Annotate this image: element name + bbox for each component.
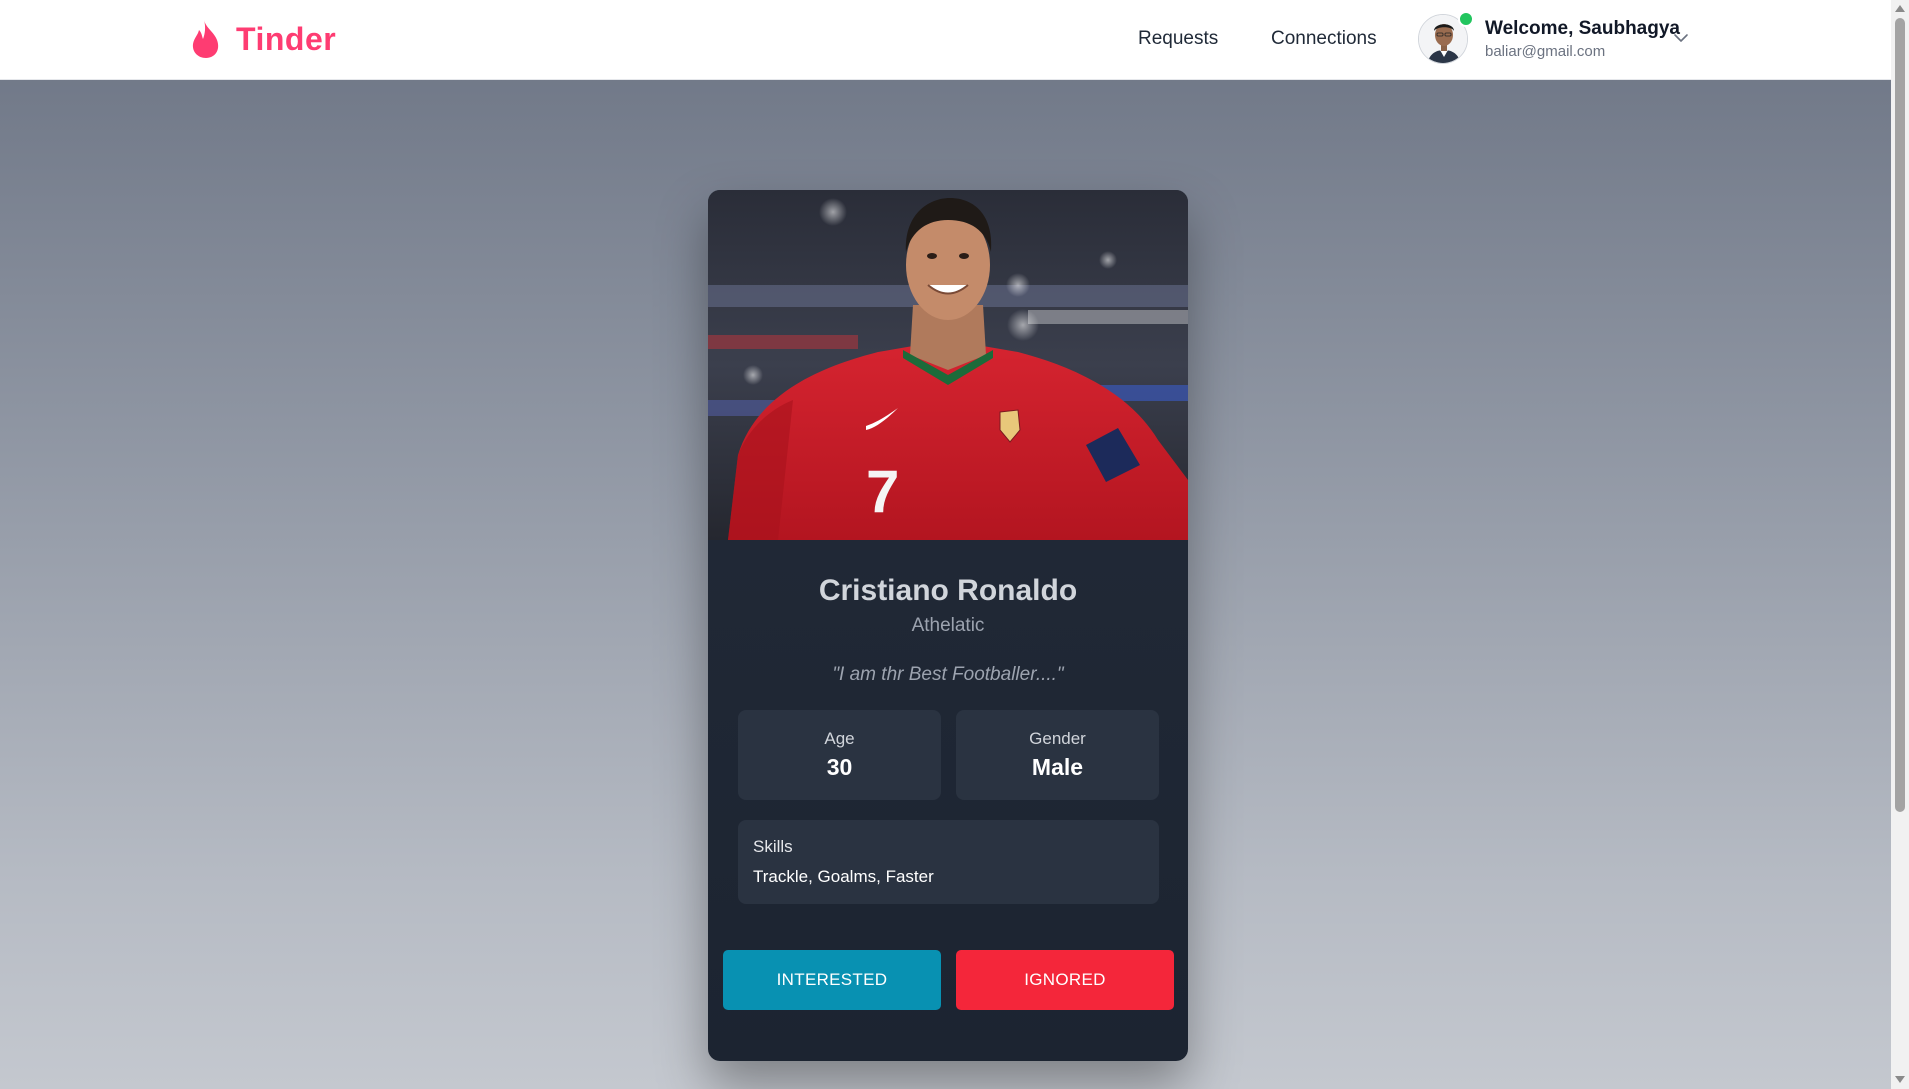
- interested-button[interactable]: INTERESTED: [723, 950, 941, 1010]
- age-value: 30: [826, 754, 853, 780]
- ignored-button[interactable]: IGNORED: [956, 950, 1174, 1010]
- navbar: Tinder Requests Connections Welcome, Sau…: [0, 0, 1891, 80]
- welcome-text: Welcome, Saubhagya: [1485, 18, 1680, 39]
- profile-profession: Athelatic: [911, 615, 985, 636]
- flame-icon: [192, 20, 219, 58]
- scroll-thumb[interactable]: [1895, 18, 1905, 812]
- skills-value: Trackle, Goalms, Faster: [753, 867, 934, 886]
- gender-value: Male: [1031, 754, 1084, 780]
- age-label: Age: [824, 729, 855, 748]
- jersey-number: 7: [866, 458, 899, 525]
- scroll-up-arrow-icon[interactable]: [1895, 5, 1905, 12]
- nav-connections-link[interactable]: Connections: [1271, 28, 1377, 50]
- scroll-down-arrow-icon[interactable]: [1895, 1076, 1905, 1083]
- profile-name: Cristiano Ronaldo: [818, 574, 1078, 607]
- age-stat: Age 30: [738, 710, 941, 800]
- user-info: Welcome, Saubhagya baliar@gmail.com: [1485, 18, 1680, 60]
- profile-card: 7 Cristiano Ronaldo Athelatic "I am thr …: [708, 190, 1188, 1061]
- profile-about: "I am thr Best Footballer....": [832, 664, 1064, 685]
- gender-stat: Gender Male: [956, 710, 1159, 800]
- page-scrollbar[interactable]: [1891, 0, 1909, 1089]
- nav-requests-link[interactable]: Requests: [1138, 28, 1218, 50]
- skills-section: Skills Trackle, Goalms, Faster: [738, 820, 1159, 904]
- user-email: baliar@gmail.com: [1485, 43, 1606, 60]
- brand-name: Tinder: [236, 20, 337, 57]
- gender-label: Gender: [1029, 729, 1086, 748]
- brand-logo[interactable]: Tinder: [190, 18, 336, 60]
- skills-label: Skills: [753, 837, 793, 856]
- profile-photo: 7: [708, 190, 1188, 540]
- chevron-down-icon[interactable]: [1673, 33, 1689, 43]
- online-status-dot: [1458, 11, 1474, 27]
